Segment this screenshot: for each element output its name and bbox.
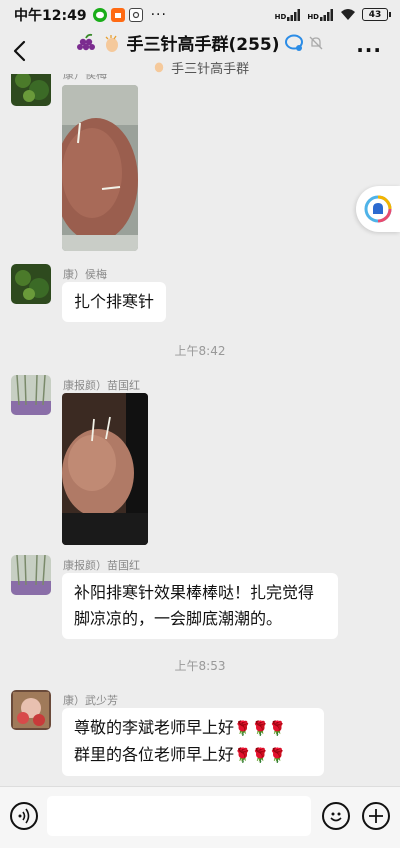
avatar[interactable] (11, 74, 51, 106)
time-separator: 上午8:42 (174, 344, 226, 358)
chat-title: 手三针高手群(255) (76, 30, 323, 55)
avatar[interactable] (11, 375, 51, 415)
avatar[interactable] (11, 264, 51, 304)
message-input[interactable] (47, 796, 311, 836)
signal-icon: HD (275, 8, 302, 21)
floating-assistant-button[interactable] (356, 186, 400, 232)
sender-name: 康报颜）苗国红 (63, 379, 140, 392)
avatar[interactable] (11, 555, 51, 595)
voice-icon (18, 808, 30, 824)
status-right: HD HD 43 (275, 8, 391, 21)
chat-header: 手三针高手群(255) 手三针高手群 ··· (0, 30, 400, 77)
rose-emoji: 🌹🌹🌹 (234, 748, 287, 764)
sender-name: 康报颜）苗国红 (63, 559, 140, 572)
photo-message[interactable] (62, 393, 148, 545)
photo-message[interactable] (62, 85, 138, 251)
rose-emoji: 🌹🌹🌹 (234, 721, 287, 737)
plus-button[interactable] (362, 802, 390, 830)
clap-icon (106, 34, 119, 52)
title-area: 手三针高手群(255) 手三针高手群 (0, 30, 400, 77)
status-more: ··· (150, 7, 167, 23)
message-bubble[interactable]: 尊敬的李斌老师早上好🌹🌹🌹 群里的各位老师早上好🌹🌹🌹 (62, 708, 324, 776)
wifi-icon (341, 9, 355, 20)
sender-name: 康）侯梅 (63, 268, 107, 281)
more-button[interactable]: ··· (356, 38, 382, 62)
status-time: 中午12:49 (14, 8, 87, 24)
message-line: 脚凉凉的，一会脚底潮潮的。 (74, 609, 283, 628)
voice-button[interactable] (10, 802, 38, 830)
chat-bubble-icon (284, 34, 303, 51)
signal-icon-2: HD (307, 8, 334, 21)
message-line: 群里的各位老师早上好🌹🌹🌹 (74, 745, 287, 764)
sender-name: 康）侯梅 (63, 74, 107, 81)
wechat-icon (92, 8, 107, 22)
plus-icon (369, 809, 383, 823)
input-bar (0, 786, 400, 848)
time-separator: 上午8:53 (174, 659, 226, 673)
assistant-icon (364, 195, 392, 223)
emoji-button[interactable] (322, 802, 350, 830)
clap-icon-small (154, 62, 164, 72)
message-bubble[interactable]: 补阳排寒针效果棒棒哒！扎完觉得 脚凉凉的，一会脚底潮潮的。 (62, 573, 338, 639)
message-bubble[interactable]: 扎个排寒针 (62, 282, 167, 322)
message-line: 补阳排寒针效果棒棒哒！扎完觉得 (74, 583, 315, 602)
emoji-icon (330, 812, 342, 822)
sender-name: 康）武少芳 (63, 694, 118, 707)
avatar[interactable] (11, 690, 51, 730)
app-icon (128, 8, 143, 22)
chat-title-text: 手三针高手群(255) (126, 35, 280, 55)
chat-area[interactable]: 康）侯梅 康）侯梅 扎个排寒针 上午8:42 康报颜）苗国红 康报颜）苗国红 补… (0, 74, 400, 786)
taobao-icon (110, 8, 125, 22)
message-line: 尊敬的李斌老师早上好🌹🌹🌹 (74, 718, 287, 737)
mute-bell-icon (309, 36, 322, 49)
battery-icon: 43 (362, 8, 391, 21)
grapes-icon (77, 33, 96, 50)
status-bar: 中午12:49 ··· HD HD 43 (0, 0, 400, 30)
